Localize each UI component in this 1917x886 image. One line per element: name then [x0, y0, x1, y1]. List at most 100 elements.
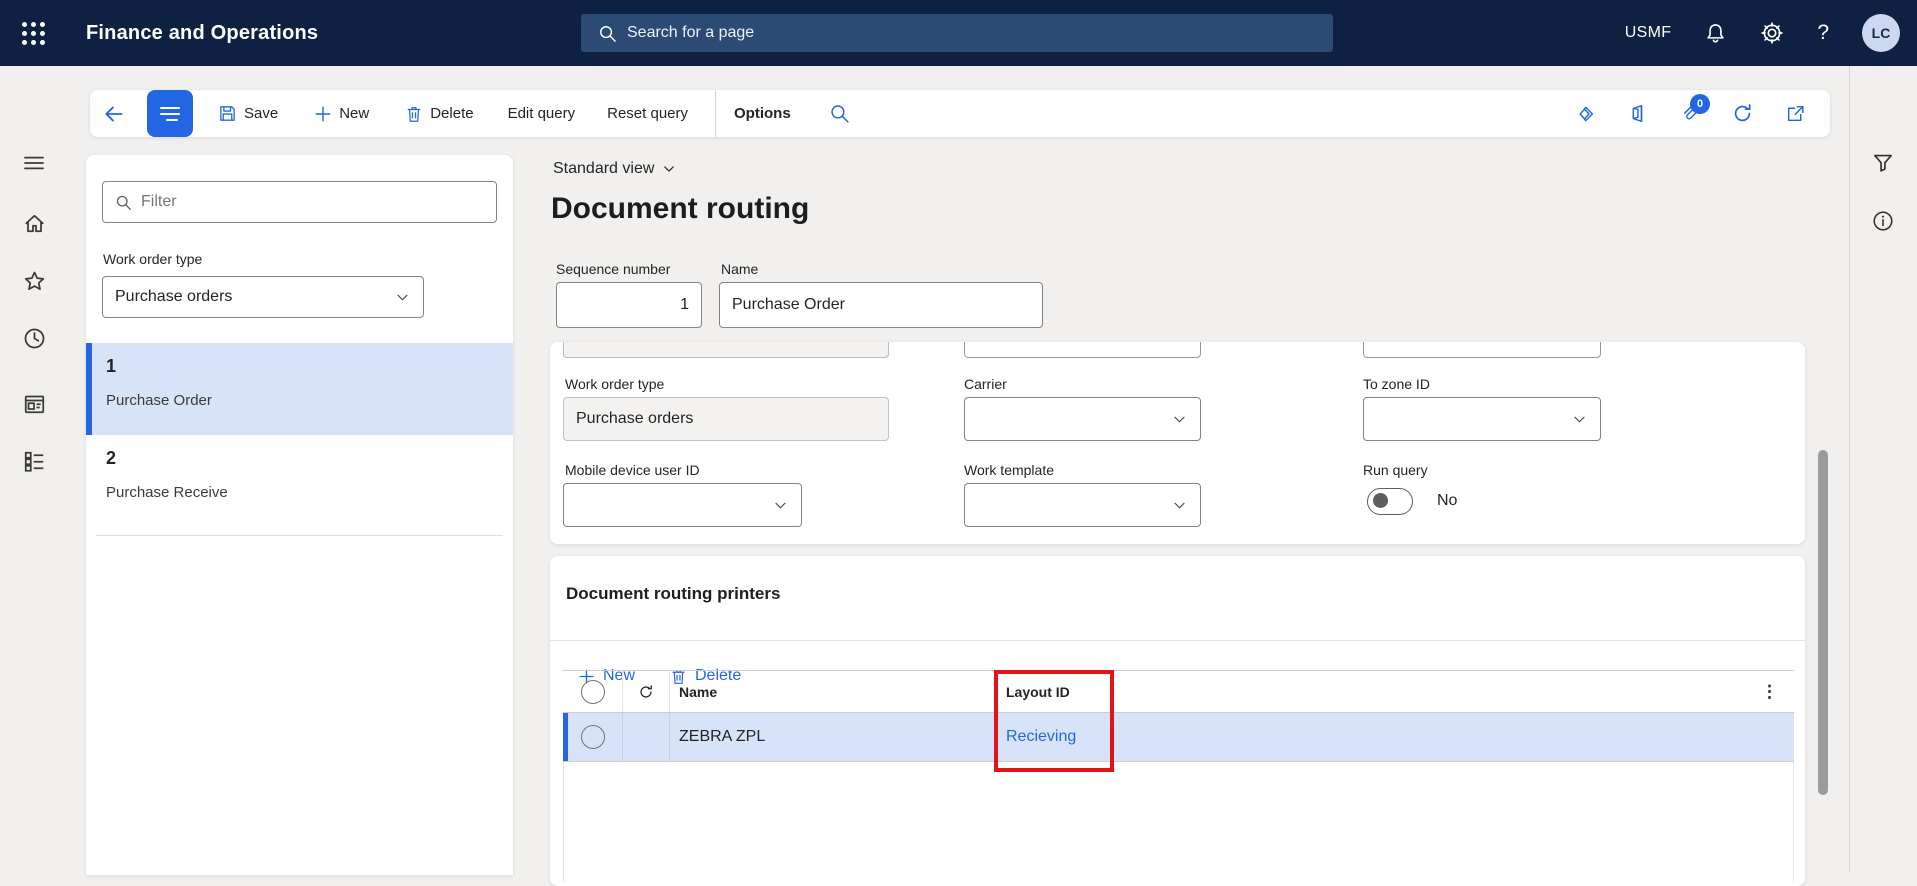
save-icon: [218, 104, 237, 123]
info-message-icon[interactable]: [1871, 209, 1895, 233]
chevron-down-icon: [1172, 412, 1187, 427]
to-zone-id-label: To zone ID: [1363, 376, 1430, 392]
filter-pane-icon[interactable]: [1871, 151, 1895, 175]
list-item-purchase-order[interactable]: 1 Purchase Order: [86, 343, 513, 435]
details-section: Work order type Carrier To zone ID Purch…: [550, 342, 1805, 544]
section-title: Document routing printers: [566, 584, 781, 603]
top-navigation-bar: Finance and Operations Search for a page…: [0, 0, 1917, 66]
filter-search-icon: [115, 194, 132, 211]
global-search-input[interactable]: Search for a page: [581, 14, 1333, 52]
open-in-new-window-icon[interactable]: [1785, 103, 1806, 124]
command-bar: Save New Delete Edit query Reset query O…: [90, 90, 1830, 137]
row-select-checkbox[interactable]: [580, 725, 605, 749]
clipped-field: [1363, 342, 1601, 358]
clipped-field: [964, 342, 1201, 358]
workspaces-icon[interactable]: [21, 391, 47, 417]
toggle-knob: [1373, 493, 1388, 508]
work-order-type-field: Purchase orders: [563, 397, 889, 441]
chevron-down-icon: [1172, 498, 1187, 513]
chevron-down-icon: [395, 290, 410, 305]
chevron-down-icon: [662, 162, 676, 176]
attachments-count-badge: 0: [1690, 94, 1710, 114]
clipped-field: [563, 342, 889, 358]
mobile-device-user-select[interactable]: [563, 483, 802, 527]
list-item-number: 1: [106, 356, 117, 376]
modules-icon[interactable]: [21, 448, 47, 474]
run-query-toggle[interactable]: [1367, 488, 1413, 515]
company-selector[interactable]: USMF: [1625, 24, 1672, 42]
to-zone-id-select[interactable]: [1363, 397, 1601, 441]
app-bar-menu-button[interactable]: [147, 90, 193, 137]
grid-more-options-icon[interactable]: ⋮: [1761, 682, 1794, 702]
column-header-name[interactable]: Name: [670, 671, 996, 712]
section-divider: [550, 640, 1805, 641]
list-item-name: Purchase Order: [106, 392, 212, 409]
expand-menu-icon[interactable]: [21, 150, 47, 176]
options-menu[interactable]: Options: [734, 105, 791, 122]
settings-gear-icon[interactable]: [1760, 21, 1784, 45]
list-item-name: Purchase Receive: [106, 484, 228, 501]
recent-clock-icon[interactable]: [21, 325, 47, 351]
command-search-icon[interactable]: [829, 103, 850, 124]
list-divider: [96, 535, 503, 536]
column-header-layout-id[interactable]: Layout ID: [1006, 684, 1070, 700]
search-icon: [598, 24, 617, 43]
add-icon: [314, 105, 332, 123]
printers-grid: Name Layout ID ⋮ ZEBRA ZPL Recieving: [563, 670, 1794, 882]
work-template-select[interactable]: [964, 483, 1201, 527]
carrier-select[interactable]: [964, 397, 1201, 441]
name-label: Name: [721, 261, 759, 277]
save-button[interactable]: Save: [218, 104, 278, 123]
work-order-type-select[interactable]: Purchase orders: [102, 276, 424, 318]
favorites-star-icon[interactable]: [21, 268, 47, 294]
attachments-icon[interactable]: 0: [1679, 94, 1710, 124]
app-title: Finance and Operations: [86, 21, 319, 44]
app-launcher-icon[interactable]: [0, 0, 67, 66]
filter-placeholder: Filter: [141, 193, 177, 210]
page-title: Document routing: [551, 192, 810, 225]
select-all-checkbox[interactable]: [580, 679, 605, 704]
left-navigation-rail: [0, 66, 67, 872]
sequence-number-field[interactable]: 1: [556, 282, 702, 328]
list-panel: Filter Work order type Purchase orders 1…: [86, 155, 513, 875]
view-selector[interactable]: Standard view: [553, 160, 676, 178]
run-query-label: Run query: [1363, 462, 1428, 478]
grid-empty-area: [563, 762, 1794, 882]
right-panel-rail: [1849, 66, 1917, 872]
row-layout-id-cell[interactable]: Recieving: [996, 713, 1794, 761]
notifications-bell-icon[interactable]: [1704, 22, 1727, 45]
grid-refresh-icon[interactable]: [637, 683, 655, 701]
new-button[interactable]: New: [314, 105, 369, 123]
sequence-number-label: Sequence number: [556, 261, 671, 277]
office-apps-icon[interactable]: [1627, 103, 1648, 124]
list-item-purchase-receive[interactable]: 2 Purchase Receive: [86, 435, 513, 535]
home-icon[interactable]: [21, 210, 47, 236]
work-order-type-label: Work order type: [103, 251, 203, 267]
search-placeholder: Search for a page: [627, 24, 755, 41]
chevron-down-icon: [1572, 412, 1587, 427]
row-name-cell[interactable]: ZEBRA ZPL: [670, 713, 996, 761]
work-order-type-label: Work order type: [565, 376, 665, 392]
refresh-icon[interactable]: [1731, 102, 1754, 125]
carrier-label: Carrier: [964, 376, 1007, 392]
reset-query-button[interactable]: Reset query: [607, 105, 688, 122]
user-avatar[interactable]: LC: [1862, 14, 1900, 52]
grid-row-zebra-zpl[interactable]: ZEBRA ZPL Recieving: [563, 713, 1794, 762]
work-template-label: Work template: [964, 462, 1054, 478]
power-apps-icon[interactable]: [1574, 103, 1596, 125]
edit-query-button[interactable]: Edit query: [508, 105, 576, 122]
vertical-scrollbar[interactable]: [1818, 450, 1828, 795]
run-query-value: No: [1437, 492, 1458, 509]
back-icon[interactable]: [102, 102, 126, 126]
mobile-device-user-label: Mobile device user ID: [565, 462, 700, 478]
document-routing-printers-section: Document routing printers New Delete Nam…: [550, 556, 1805, 886]
help-icon[interactable]: ?: [1817, 21, 1829, 45]
delete-button[interactable]: Delete: [405, 105, 474, 123]
trash-icon: [405, 105, 423, 123]
chevron-down-icon: [773, 498, 788, 513]
grid-header-row: Name Layout ID ⋮: [563, 670, 1794, 713]
name-field[interactable]: Purchase Order: [719, 282, 1043, 328]
list-item-number: 2: [106, 448, 117, 468]
filter-input[interactable]: Filter: [102, 181, 497, 223]
command-bar-divider: [715, 90, 716, 137]
